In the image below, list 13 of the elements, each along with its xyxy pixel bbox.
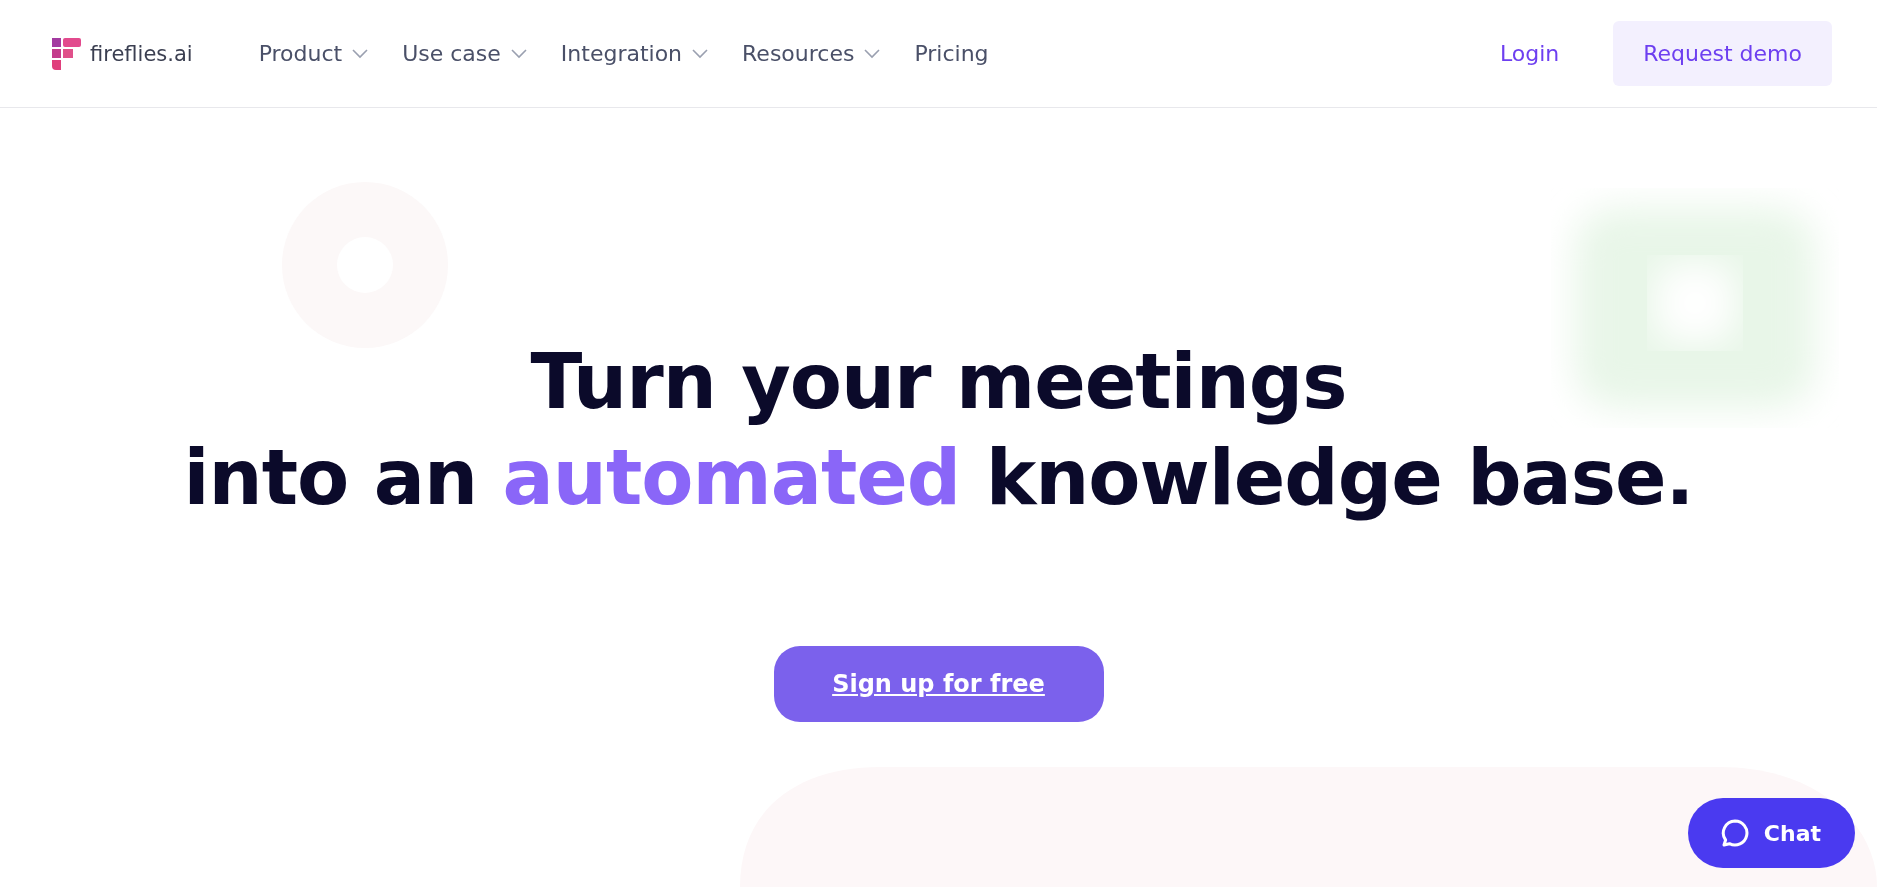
chat-button[interactable]: Chat (1687, 798, 1855, 868)
logo-icon (52, 37, 82, 70)
nav-item[interactable]: Resources (742, 41, 881, 66)
nav-item[interactable]: Product (258, 41, 369, 66)
login-link[interactable]: Login (1493, 40, 1566, 67)
nav-item[interactable]: Integration (560, 41, 709, 66)
hero-heading: Turn your meetings into an automated knowledge base. (183, 336, 1694, 524)
nav-item[interactable]: Use case (402, 41, 527, 66)
nav-item[interactable]: Pricing (914, 41, 989, 66)
logo-text: fireflies.ai (90, 41, 193, 66)
request-demo-button[interactable]: Request demo (1613, 21, 1832, 86)
chat-bubble-icon (1719, 818, 1750, 848)
sign-up-button[interactable]: Sign up for free (773, 646, 1104, 722)
